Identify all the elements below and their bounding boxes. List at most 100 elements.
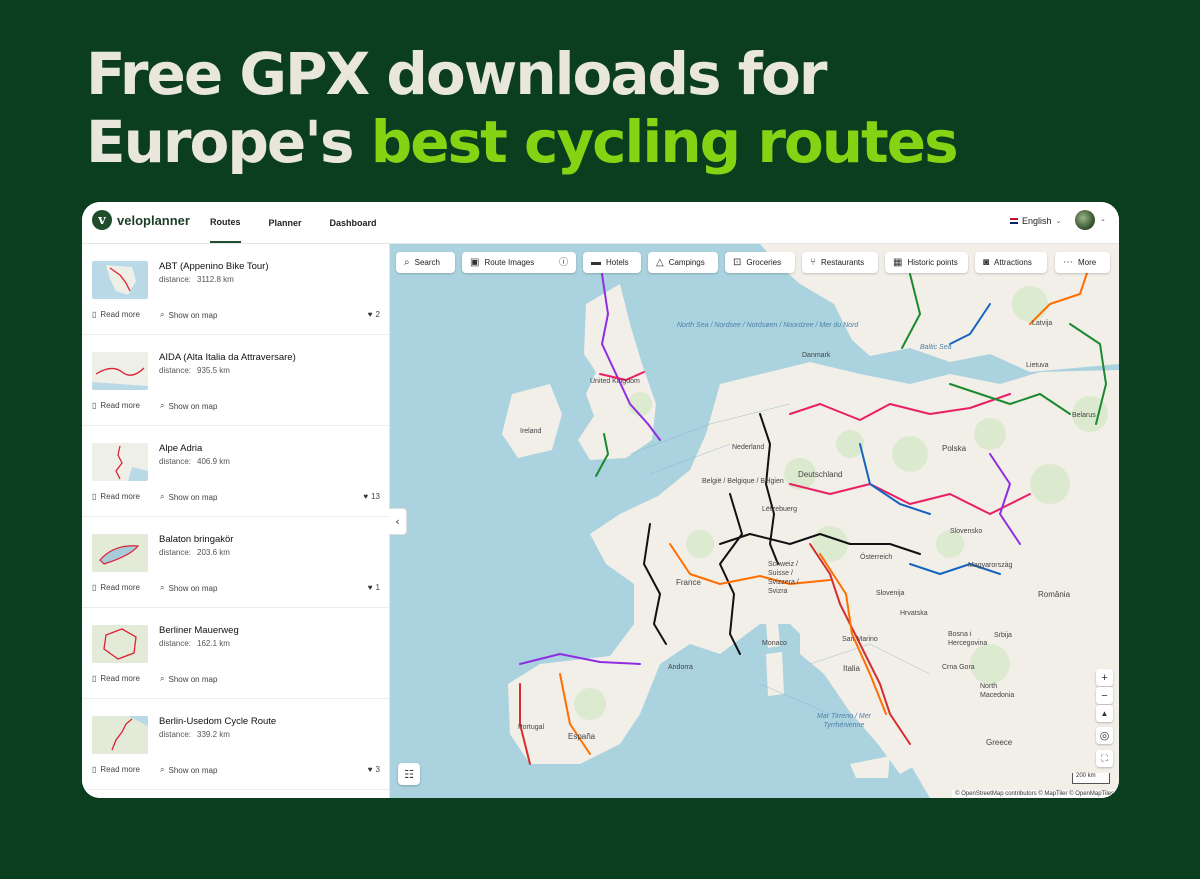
show-on-map-link[interactable]: ⌕ Show on map xyxy=(160,765,217,775)
label-denmark: Danmark xyxy=(802,352,831,359)
route-title[interactable]: Berlin-Usedom Cycle Route xyxy=(159,716,276,727)
headline-plain: Europe's xyxy=(86,108,371,176)
document-icon: ▯ xyxy=(92,765,97,774)
avatar[interactable] xyxy=(1075,210,1095,230)
label-uk: United Kingdom xyxy=(590,378,640,385)
route-thumbnail[interactable] xyxy=(92,716,148,754)
show-on-map-link[interactable]: ⌕ Show on map xyxy=(160,310,217,320)
route-images-chip[interactable]: ▣ Route Images ⓘ xyxy=(462,252,576,273)
read-more-link[interactable]: ▯ Read more xyxy=(92,674,140,683)
show-on-map-link[interactable]: ⌕ Show on map xyxy=(160,401,217,411)
route-item[interactable]: Balaton bringakör distance: 203.6 km ▯ Rea… xyxy=(82,517,389,608)
landmass-sicily xyxy=(850,756,890,778)
route-thumbnail[interactable] xyxy=(92,443,148,481)
heart-icon: ♥ xyxy=(367,765,373,774)
route-item[interactable]: Berliner Mauerweg distance: 162.1 km ▯ Rea… xyxy=(82,608,389,699)
route-title[interactable]: Berliner Mauerweg xyxy=(159,625,239,636)
like-count[interactable]: ♥ 13 xyxy=(363,492,380,501)
label-latvija: Latvija xyxy=(1032,320,1053,327)
zoom-out-button[interactable]: − xyxy=(1096,687,1113,704)
headline-line-2: Europe's best cycling routes xyxy=(86,108,1146,176)
tab-dashboard[interactable]: Dashboard xyxy=(330,202,377,243)
label-tyrrhenian: Mar Tirreno / Mer Tyrrhénienne xyxy=(816,713,871,729)
logo[interactable]: v veloplanner xyxy=(92,210,190,230)
label-belgium: België / Belgique / Belgien xyxy=(702,478,784,485)
heart-icon: ♥ xyxy=(367,310,373,319)
route-title[interactable]: ABT (Appenino Bike Tour) xyxy=(159,261,269,272)
route-thumbnail[interactable] xyxy=(92,625,148,663)
language-selector[interactable]: English ⌄ xyxy=(1010,216,1061,226)
app-window: v veloplanner Routes Planner Dashboard E… xyxy=(82,202,1119,798)
historic-points-chip[interactable]: ▦ Historic points xyxy=(885,252,968,273)
read-more-link[interactable]: ▯ Read more xyxy=(92,492,140,501)
label-switzerland: Schweiz / Suisse / Svizzera / Svizra xyxy=(768,561,799,595)
read-more-link[interactable]: ▯ Read more xyxy=(92,765,140,774)
uk-flag-icon xyxy=(1010,218,1018,224)
bed-icon: ▬ xyxy=(591,256,601,268)
zoom-in-button[interactable]: + xyxy=(1096,669,1113,686)
fullscreen-icon: ⛶ xyxy=(1101,753,1108,763)
sliders-icon: ☷ xyxy=(404,767,414,781)
hotels-chip[interactable]: ▬ Hotels xyxy=(583,252,641,273)
logo-text: veloplanner xyxy=(117,212,190,228)
campings-chip[interactable]: △ Campings xyxy=(648,252,718,273)
read-more-link[interactable]: ▯ Read more xyxy=(92,583,140,592)
chevron-down-icon[interactable]: ⌄ xyxy=(1100,215,1106,223)
label-srbija: Srbija xyxy=(994,632,1012,639)
read-more-link[interactable]: ▯ Read more xyxy=(92,310,140,319)
locate-icon: ◎ xyxy=(1099,730,1110,742)
label-slovenija: Slovenija xyxy=(876,590,905,597)
show-on-map-link[interactable]: ⌕ Show on map xyxy=(160,492,217,502)
route-distance: distance: 3112.8 km xyxy=(159,275,234,284)
route-item[interactable]: Alpe Adria distance: 406.9 km ▯ Read more … xyxy=(82,426,389,517)
like-count[interactable]: ♥ 3 xyxy=(368,765,380,774)
route-thumbnail[interactable] xyxy=(92,352,148,390)
show-on-map-link[interactable]: ⌕ Show on map xyxy=(160,583,217,593)
tab-routes[interactable]: Routes xyxy=(210,202,241,243)
tab-planner[interactable]: Planner xyxy=(269,202,302,243)
route-title[interactable]: AIDA (Alta Italia da Attraversare) xyxy=(159,352,296,363)
castle-icon: ▦ xyxy=(893,256,903,268)
label-monaco: Monaco xyxy=(762,640,787,647)
attractions-chip[interactable]: ◙ Attractions xyxy=(975,252,1047,273)
route-thumbnail[interactable] xyxy=(92,534,148,572)
label-north-sea: North Sea / Nordsee / Nordsøen / Noordze… xyxy=(677,322,859,329)
chevron-left-icon: ‹ xyxy=(395,515,400,528)
more-chip[interactable]: ⋯ More xyxy=(1055,252,1110,273)
map-attribution[interactable]: © OpenStreetMap contributors © MapTiler … xyxy=(952,790,1117,798)
search-icon: ⌕ xyxy=(160,583,165,592)
filter-button[interactable]: ☷ xyxy=(398,763,420,785)
label-greece: Greece xyxy=(986,738,1013,747)
label-ireland: Ireland xyxy=(520,428,542,435)
more-icon: ⋯ xyxy=(1063,256,1073,268)
locate-button[interactable]: ◎ xyxy=(1096,727,1113,744)
search-chip[interactable]: ⌕ Search xyxy=(396,252,455,273)
route-item[interactable]: Berlin-Usedom Cycle Route distance: 339.2… xyxy=(82,699,389,790)
restaurants-chip[interactable]: ⑂ Restaurants xyxy=(802,252,878,273)
search-icon: ⌕ xyxy=(160,492,165,501)
like-count[interactable]: ♥ 1 xyxy=(368,583,380,592)
groceries-chip[interactable]: ⊡ Groceries xyxy=(725,252,795,273)
route-item[interactable]: AIDA (Alta Italia da Attraversare) dista… xyxy=(82,335,389,426)
tent-icon: △ xyxy=(656,256,664,268)
language-label: English xyxy=(1022,216,1052,226)
route-distance: distance: 162.1 km xyxy=(159,639,230,648)
read-more-link[interactable]: ▯ Read more xyxy=(92,401,140,410)
cart-icon: ⊡ xyxy=(733,256,742,268)
document-icon: ▯ xyxy=(92,583,97,592)
label-portugal: Portugal xyxy=(518,724,545,731)
label-romania: România xyxy=(1038,590,1071,599)
collapse-sidebar-button[interactable]: ‹ xyxy=(389,508,407,535)
route-item[interactable]: ABT (Appenino Bike Tour) distance: 3112.8… xyxy=(82,244,389,335)
fullscreen-button[interactable]: ⛶ xyxy=(1096,750,1113,767)
label-crna-gora: Crna Gora xyxy=(942,664,975,671)
document-icon: ▯ xyxy=(92,492,97,501)
like-count[interactable]: ♥ 2 xyxy=(368,310,380,319)
route-map[interactable]: North Sea / Nordsee / Nordsøen / Noordze… xyxy=(390,244,1119,798)
info-icon[interactable]: ⓘ xyxy=(559,258,568,267)
route-thumbnail[interactable] xyxy=(92,261,148,299)
route-title[interactable]: Balaton bringakör xyxy=(159,534,233,545)
route-title[interactable]: Alpe Adria xyxy=(159,443,202,454)
compass-button[interactable]: ▲ xyxy=(1096,705,1113,722)
show-on-map-link[interactable]: ⌕ Show on map xyxy=(160,674,217,684)
